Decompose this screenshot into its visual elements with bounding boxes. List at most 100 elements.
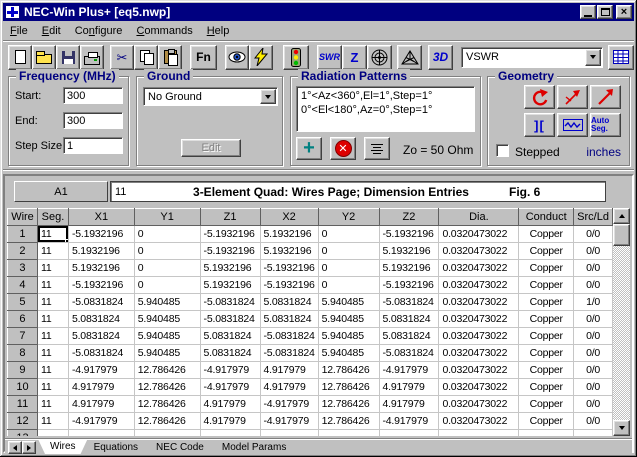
cell[interactable] bbox=[68, 430, 134, 437]
column-header-x1[interactable]: X1 bbox=[68, 209, 134, 226]
cell[interactable]: Copper bbox=[519, 362, 574, 379]
cell[interactable]: -5.0831824 bbox=[260, 328, 318, 345]
cell[interactable]: 0/0 bbox=[574, 226, 613, 243]
cell[interactable]: 0.0320473022 bbox=[439, 328, 519, 345]
cell[interactable]: 0/0 bbox=[574, 413, 613, 430]
cell[interactable]: 0 bbox=[134, 260, 200, 277]
cell[interactable]: Copper bbox=[519, 243, 574, 260]
cell[interactable]: -5.1932196 bbox=[68, 226, 134, 243]
cell[interactable]: 11 bbox=[37, 277, 68, 294]
step-size-input[interactable] bbox=[63, 137, 123, 154]
cell[interactable]: 0/0 bbox=[574, 311, 613, 328]
wave-button[interactable] bbox=[557, 113, 588, 137]
cell[interactable]: 5.1932196 bbox=[379, 243, 439, 260]
tab-wires[interactable]: Wires bbox=[38, 439, 88, 454]
stepped-checkbox[interactable] bbox=[496, 144, 509, 157]
vertical-scrollbar[interactable] bbox=[613, 208, 630, 436]
cell[interactable]: 11 bbox=[37, 311, 68, 328]
cell[interactable]: 0/0 bbox=[574, 379, 613, 396]
cell[interactable]: 0/0 bbox=[574, 243, 613, 260]
scroll-down-button[interactable] bbox=[613, 420, 630, 436]
column-header-x2[interactable]: X2 bbox=[260, 209, 318, 226]
cell[interactable]: 0.0320473022 bbox=[439, 311, 519, 328]
cell[interactable] bbox=[439, 430, 519, 437]
cell[interactable]: 0 bbox=[318, 226, 379, 243]
cell[interactable]: 5.940485 bbox=[134, 328, 200, 345]
column-header-src-ld[interactable]: Src/Ld bbox=[574, 209, 613, 226]
radiation-pattern-list[interactable]: 1°<Az<360°,El=1°,Step=1° 0°<El<180°,Az=0… bbox=[296, 86, 475, 132]
cell[interactable]: 0.0320473022 bbox=[439, 413, 519, 430]
fn-button[interactable]: Fn bbox=[190, 45, 217, 70]
cell[interactable]: 5.940485 bbox=[318, 328, 379, 345]
menu-help[interactable]: Help bbox=[200, 23, 237, 39]
cell[interactable]: 12.786426 bbox=[134, 413, 200, 430]
cell[interactable]: -4.917979 bbox=[379, 362, 439, 379]
cell[interactable]: 4.917979 bbox=[68, 379, 134, 396]
cell[interactable]: 11 bbox=[37, 328, 68, 345]
add-pattern-button[interactable]: + bbox=[296, 137, 322, 160]
cell[interactable]: 0/0 bbox=[574, 396, 613, 413]
output-combobox-dropdown[interactable] bbox=[585, 49, 601, 66]
tab-equations[interactable]: Equations bbox=[82, 440, 150, 454]
cell[interactable]: 0.0320473022 bbox=[439, 379, 519, 396]
cell[interactable]: -4.917979 bbox=[200, 379, 260, 396]
cell[interactable]: 11 bbox=[37, 396, 68, 413]
cell[interactable]: -5.0831824 bbox=[379, 294, 439, 311]
cell[interactable]: 5.940485 bbox=[318, 345, 379, 362]
column-header-z2[interactable]: Z2 bbox=[379, 209, 439, 226]
cell[interactable]: 11 bbox=[37, 379, 68, 396]
cell[interactable]: 5.0831824 bbox=[260, 294, 318, 311]
cell[interactable]: 4.917979 bbox=[200, 413, 260, 430]
cell[interactable] bbox=[379, 430, 439, 437]
selection-handle[interactable] bbox=[65, 239, 69, 243]
cell[interactable]: -4.917979 bbox=[68, 362, 134, 379]
row-header-cell[interactable]: 4 bbox=[8, 277, 38, 294]
column-header-z1[interactable]: Z1 bbox=[200, 209, 260, 226]
cell[interactable]: 5.0831824 bbox=[379, 328, 439, 345]
cell[interactable]: 11 bbox=[37, 243, 68, 260]
auto-seg-button[interactable]: Auto Seg. bbox=[590, 113, 621, 137]
cell[interactable]: 4.917979 bbox=[379, 379, 439, 396]
print-button[interactable] bbox=[80, 45, 104, 70]
scroll-up-button[interactable] bbox=[613, 208, 630, 224]
close-button[interactable]: × bbox=[616, 5, 632, 19]
cell[interactable]: 4.917979 bbox=[68, 396, 134, 413]
copy-button[interactable] bbox=[134, 45, 158, 70]
tab-scroll-left-button[interactable] bbox=[8, 441, 22, 454]
row-header-cell[interactable]: 9 bbox=[8, 362, 38, 379]
cell[interactable]: 0/0 bbox=[574, 345, 613, 362]
cell[interactable]: 5.0831824 bbox=[379, 311, 439, 328]
cell[interactable]: 1/0 bbox=[574, 294, 613, 311]
cell[interactable]: 0.0320473022 bbox=[439, 226, 519, 243]
row-header-cell[interactable]: 5 bbox=[8, 294, 38, 311]
cell[interactable]: Copper bbox=[519, 294, 574, 311]
row-header-cell[interactable]: 8 bbox=[8, 345, 38, 362]
row-header-cell[interactable]: 7 bbox=[8, 328, 38, 345]
cell[interactable]: 0 bbox=[134, 243, 200, 260]
cell[interactable]: Copper bbox=[519, 260, 574, 277]
cell[interactable]: -5.1932196 bbox=[68, 277, 134, 294]
save-button[interactable] bbox=[56, 45, 80, 70]
cell[interactable]: 12.786426 bbox=[134, 379, 200, 396]
cell[interactable]: 0.0320473022 bbox=[439, 277, 519, 294]
cell[interactable]: 0 bbox=[318, 277, 379, 294]
column-header-wire[interactable]: Wire bbox=[8, 209, 38, 226]
grid-view-button[interactable] bbox=[608, 45, 634, 70]
row-header-cell[interactable]: 3 bbox=[8, 260, 38, 277]
polar-plot-button[interactable] bbox=[367, 45, 392, 70]
cell[interactable]: 12.786426 bbox=[318, 396, 379, 413]
cell[interactable]: -4.917979 bbox=[200, 362, 260, 379]
cell[interactable]: 5.1932196 bbox=[379, 260, 439, 277]
cell[interactable]: 12.786426 bbox=[318, 362, 379, 379]
cell[interactable]: 5.940485 bbox=[318, 311, 379, 328]
cell[interactable]: 0/0 bbox=[574, 260, 613, 277]
cell[interactable]: Copper bbox=[519, 379, 574, 396]
cell[interactable]: 4.917979 bbox=[260, 379, 318, 396]
cut-button[interactable]: ✂ bbox=[110, 45, 134, 70]
cell[interactable]: -5.0831824 bbox=[200, 311, 260, 328]
cell[interactable]: Copper bbox=[519, 413, 574, 430]
scrollbar-thumb[interactable] bbox=[613, 224, 630, 246]
cell[interactable] bbox=[574, 430, 613, 437]
cell[interactable]: 11 bbox=[37, 362, 68, 379]
cell[interactable]: 5.1932196 bbox=[260, 226, 318, 243]
